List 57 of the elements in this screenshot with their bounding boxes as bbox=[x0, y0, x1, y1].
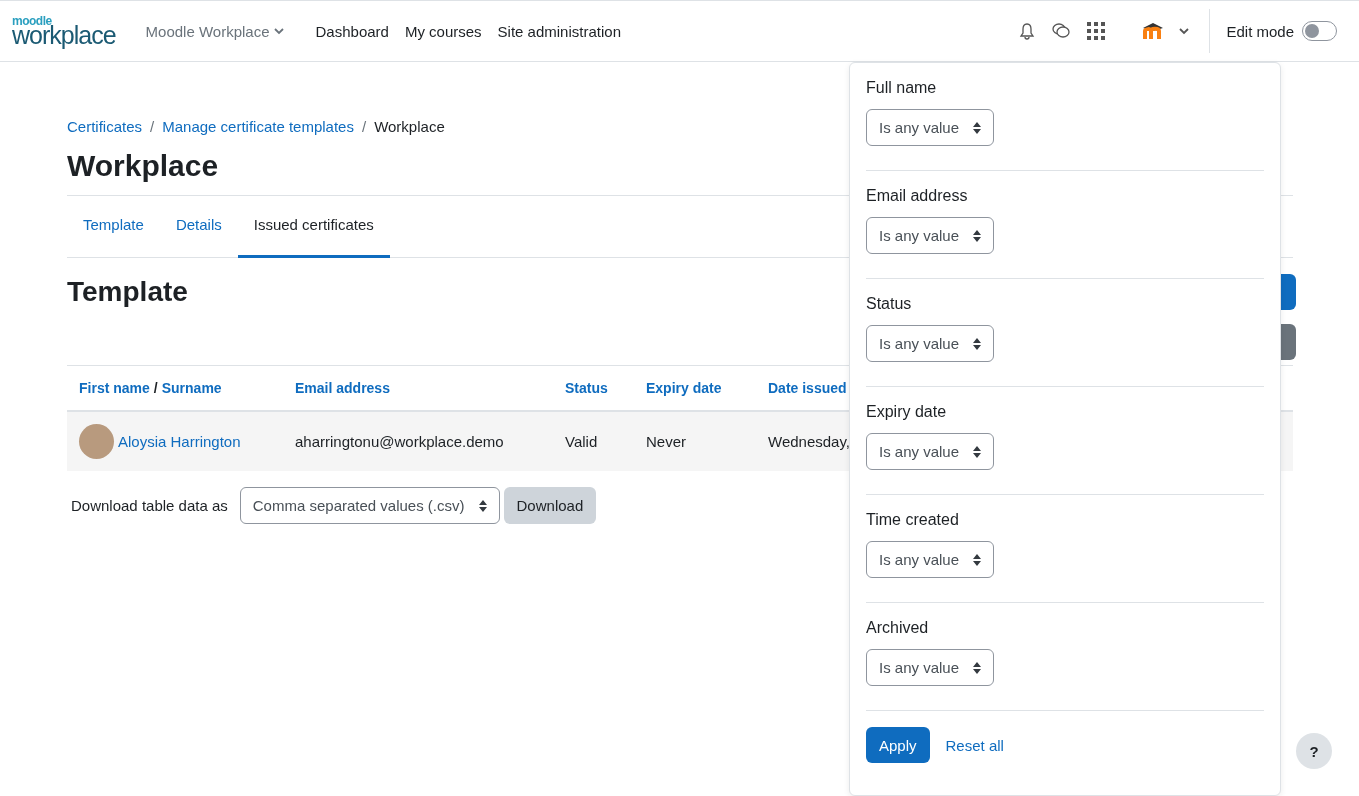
column-sort-link[interactable]: Date issued bbox=[768, 380, 847, 396]
sort-arrows-icon bbox=[973, 553, 982, 566]
page-title: Workplace bbox=[67, 149, 220, 183]
format-select[interactable]: Comma separated values (.csv) bbox=[239, 487, 500, 524]
filter-label: Status bbox=[866, 295, 913, 313]
breadcrumb-current[interactable]: Workplace bbox=[374, 118, 445, 135]
breadcrumb-link[interactable]: Manage certificate templates bbox=[162, 118, 354, 135]
user-link[interactable]: Aloysia Harrington bbox=[118, 433, 241, 450]
column-sort-link[interactable]: First name bbox=[79, 380, 150, 396]
filter-select[interactable]: Is any value bbox=[866, 649, 995, 686]
breadcrumb-link[interactable]: Certificates bbox=[67, 118, 143, 135]
sort-arrows-icon bbox=[973, 337, 982, 350]
download-button[interactable]: Download bbox=[503, 487, 597, 524]
nav-link[interactable]: Site administration bbox=[497, 22, 621, 40]
sort-arrows-icon bbox=[973, 445, 982, 458]
nav-link[interactable]: Dashboard bbox=[315, 22, 389, 40]
nav-link[interactable]: My courses bbox=[404, 22, 482, 40]
tab[interactable]: Issued certificates bbox=[237, 196, 390, 258]
edit-mode-label: Edit mode bbox=[1226, 22, 1294, 40]
table-cell: Never bbox=[634, 411, 756, 471]
apply-button[interactable]: Apply bbox=[866, 727, 930, 763]
section-title: Template bbox=[67, 276, 188, 308]
sort-arrows-icon bbox=[973, 121, 982, 134]
filter-select[interactable]: Is any value bbox=[866, 433, 995, 470]
filter-label: Full name bbox=[866, 79, 938, 97]
avatar-placeholder bbox=[79, 424, 114, 459]
breadcrumb-separator: / bbox=[361, 118, 367, 135]
help-button[interactable]: ? bbox=[1296, 733, 1332, 769]
tab[interactable]: Details bbox=[159, 196, 238, 258]
table-cell: aharringtonu@workplace.demo bbox=[283, 411, 553, 471]
filter-select[interactable]: Is any value bbox=[866, 217, 995, 254]
logo[interactable]: moodle workplace bbox=[12, 14, 116, 48]
column-sort-link[interactable]: Surname bbox=[161, 380, 222, 396]
column-sort-link[interactable]: Status bbox=[565, 380, 608, 396]
table-cell: Valid bbox=[553, 411, 634, 471]
filter-label: Time created bbox=[866, 511, 960, 529]
filter-label: Email address bbox=[866, 187, 969, 205]
caret-icon bbox=[1179, 27, 1190, 35]
filter-label: Expiry date bbox=[866, 403, 948, 421]
filter-select[interactable]: Is any value bbox=[866, 541, 995, 578]
filter-select[interactable]: Is any value bbox=[866, 109, 995, 146]
breadcrumb-separator: / bbox=[150, 118, 155, 135]
sort-arrows-icon bbox=[973, 229, 982, 242]
header-separator: / bbox=[153, 380, 158, 396]
tab[interactable]: Template bbox=[67, 196, 160, 258]
column-sort-link[interactable]: Expiry date bbox=[646, 380, 722, 396]
tenant-menu[interactable]: Moodle Workplace bbox=[145, 22, 284, 40]
caret-icon bbox=[273, 27, 284, 35]
sort-arrows-icon bbox=[478, 499, 487, 512]
reset-all-link[interactable]: Reset all bbox=[945, 736, 1004, 754]
filter-select[interactable]: Is any value bbox=[866, 325, 995, 362]
table-cell: Wednesday, bbox=[768, 433, 850, 450]
column-sort-link[interactable]: Email address bbox=[295, 380, 390, 396]
download-label: Download table data as bbox=[71, 497, 228, 514]
edit-mode-switch[interactable] bbox=[1302, 21, 1337, 41]
sort-arrows-icon bbox=[973, 661, 982, 674]
filter-label: Archived bbox=[866, 619, 930, 637]
